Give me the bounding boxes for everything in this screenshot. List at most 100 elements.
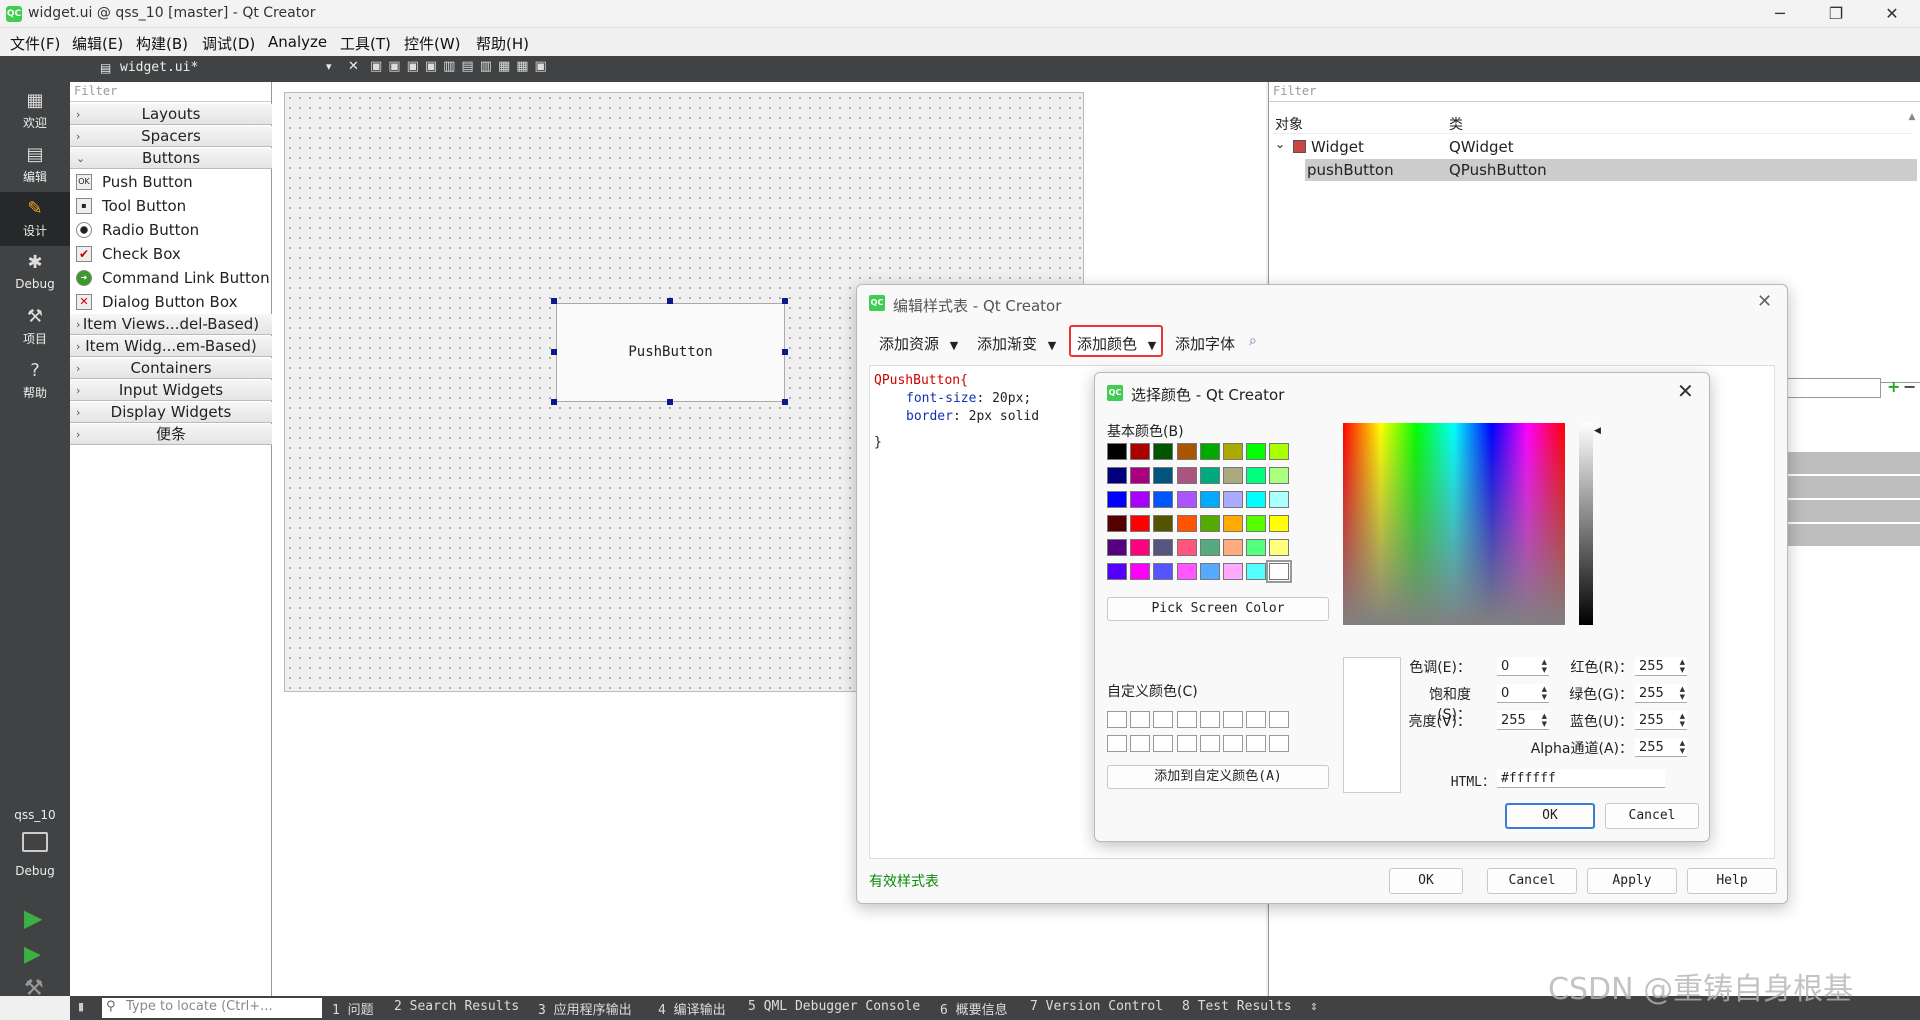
custom-color-swatch[interactable] [1107, 735, 1127, 752]
color-swatch[interactable] [1176, 539, 1197, 556]
color-swatch[interactable] [1107, 539, 1127, 556]
ok-button[interactable]: OK [1389, 868, 1463, 894]
custom-color-swatch[interactable] [1199, 735, 1220, 752]
spin-arrows-icon[interactable]: ▲ ▼ [1542, 712, 1547, 728]
color-swatch[interactable] [1176, 491, 1197, 508]
custom-color-swatch[interactable] [1223, 735, 1243, 752]
color-swatch[interactable] [1269, 539, 1290, 556]
category-display-widgets[interactable]: › Display Widgets [70, 402, 272, 423]
color-swatch[interactable] [1130, 443, 1151, 460]
widget-command-link-button[interactable]: ➜ Command Link Button [70, 266, 272, 290]
color-swatch[interactable] [1176, 515, 1197, 532]
color-swatch[interactable] [1246, 467, 1267, 484]
close-icon[interactable]: ✕ [348, 59, 359, 74]
maximize-button[interactable]: ❐ [1808, 0, 1864, 28]
resize-handle[interactable] [551, 298, 557, 304]
color-swatch[interactable] [1269, 491, 1290, 508]
custom-color-swatch[interactable] [1176, 735, 1197, 752]
resize-handle[interactable] [551, 399, 557, 405]
color-swatch[interactable] [1107, 563, 1127, 580]
add-resource-button[interactable]: 添加资源 ▼ [879, 333, 958, 354]
close-button[interactable]: ✕ [1864, 0, 1920, 28]
chevron-down-icon[interactable]: ▾ [326, 60, 332, 73]
color-swatch[interactable] [1107, 515, 1127, 532]
category-spacers[interactable]: › Spacers [70, 126, 272, 147]
category-notes[interactable]: › 便条 [70, 424, 272, 445]
pane-issues[interactable]: 1 问题 [332, 999, 374, 1018]
color-swatch[interactable] [1153, 467, 1174, 484]
add-icon[interactable]: + [1887, 377, 1900, 396]
color-swatch[interactable] [1223, 467, 1243, 484]
widgetbox-filter-input[interactable]: Filter [70, 82, 271, 102]
resize-handle[interactable] [782, 298, 788, 304]
custom-color-swatch[interactable] [1223, 711, 1243, 728]
spin-arrows-icon[interactable]: ▲ ▼ [1680, 739, 1685, 755]
tree-row[interactable]: ⌄ Widget QWidget [1273, 136, 1913, 158]
property-row[interactable] [1787, 524, 1920, 546]
spin-arrows-icon[interactable]: ▲ ▼ [1542, 685, 1547, 701]
color-swatch[interactable] [1153, 443, 1174, 460]
color-swatch[interactable] [1130, 467, 1151, 484]
color-swatch[interactable] [1246, 491, 1267, 508]
menu-analyze[interactable]: Analyze [268, 33, 327, 51]
menu-help[interactable]: 帮助(H) [476, 33, 529, 54]
category-layouts[interactable]: › Layouts [70, 104, 272, 125]
monitor-icon[interactable] [22, 832, 48, 852]
color-swatch[interactable] [1223, 539, 1243, 556]
ok-button[interactable]: OK [1505, 803, 1595, 829]
spin-arrows-icon[interactable]: ▲ ▼ [1680, 658, 1685, 674]
sidebar-toggle-icon[interactable]: ▮ [78, 1000, 84, 1013]
pane-compile-output[interactable]: 4 编译输出 [658, 999, 726, 1018]
spin-arrows-icon[interactable]: ▲ ▼ [1542, 658, 1547, 674]
category-item-views[interactable]: › Item Views...del-Based) [70, 314, 272, 335]
run-icon[interactable]: ▶ [24, 904, 42, 932]
color-swatch[interactable] [1176, 443, 1197, 460]
mode-projects[interactable]: ⚒ 项目 [0, 300, 70, 354]
mode-design[interactable]: ✎ 设计 [0, 192, 70, 246]
menu-debug[interactable]: 调试(D) [202, 33, 255, 54]
resize-handle[interactable] [782, 349, 788, 355]
color-swatch[interactable] [1269, 443, 1290, 460]
category-buttons[interactable]: ⌄ Buttons [70, 148, 272, 169]
red-spinbox[interactable]: 255 ▲ ▼ [1635, 657, 1687, 676]
color-swatch[interactable] [1199, 467, 1220, 484]
color-swatch[interactable] [1107, 467, 1127, 484]
add-custom-color-button[interactable]: 添加到自定义颜色(A) [1107, 765, 1329, 789]
color-swatch[interactable] [1153, 563, 1174, 580]
column-class[interactable]: 类 [1449, 114, 1463, 134]
add-color-button[interactable]: 添加颜色 ▼ [1069, 325, 1163, 357]
resize-handle[interactable] [667, 298, 673, 304]
editor-file-name[interactable]: widget.ui* [120, 60, 198, 75]
color-swatch[interactable] [1246, 443, 1267, 460]
pane-search-results[interactable]: 2 Search Results [394, 999, 519, 1014]
cancel-button[interactable]: Cancel [1487, 868, 1577, 894]
color-swatch[interactable] [1153, 515, 1174, 532]
color-swatch[interactable] [1269, 467, 1290, 484]
pane-test-results[interactable]: 8 Test Results [1182, 999, 1292, 1014]
color-swatch[interactable] [1266, 560, 1293, 583]
menu-tools[interactable]: 工具(T) [340, 33, 391, 54]
color-swatch[interactable] [1153, 491, 1174, 508]
color-swatch[interactable] [1223, 563, 1243, 580]
pane-application-output[interactable]: 3 应用程序输出 [538, 999, 632, 1018]
color-swatch[interactable] [1199, 539, 1220, 556]
property-row[interactable] [1787, 500, 1920, 522]
color-swatch[interactable] [1199, 491, 1220, 508]
pane-general-messages[interactable]: 6 概要信息 [940, 999, 1008, 1018]
color-swatch[interactable] [1153, 539, 1174, 556]
color-swatch[interactable] [1246, 515, 1267, 532]
color-swatch[interactable] [1246, 539, 1267, 556]
resize-handle[interactable] [667, 399, 673, 405]
custom-color-swatch[interactable] [1269, 735, 1290, 752]
add-gradient-button[interactable]: 添加渐变 ▼ [977, 333, 1056, 354]
custom-color-swatch[interactable] [1269, 711, 1290, 728]
category-containers[interactable]: › Containers [70, 358, 272, 379]
property-row[interactable] [1787, 452, 1920, 474]
widget-radio-button[interactable]: Radio Button [70, 218, 272, 242]
resize-handle[interactable] [782, 399, 788, 405]
custom-color-swatch[interactable] [1199, 711, 1220, 728]
category-input-widgets[interactable]: › Input Widgets [70, 380, 272, 401]
custom-color-swatch[interactable] [1246, 735, 1267, 752]
menu-edit[interactable]: 编辑(E) [72, 33, 123, 54]
widget-check-box[interactable]: ✔ Check Box [70, 242, 272, 266]
